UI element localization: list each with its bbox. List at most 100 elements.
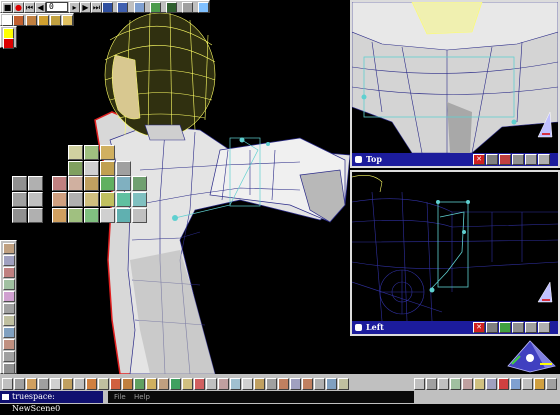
eye-icon[interactable]	[486, 322, 498, 333]
rotate-object-icon[interactable]	[450, 378, 461, 390]
close-icon[interactable]: ✕	[473, 154, 485, 165]
rewind-icon[interactable]: ⏮	[24, 2, 35, 13]
arrow-select-icon[interactable]	[414, 378, 425, 390]
decimate-icon[interactable]	[116, 208, 131, 223]
globe-icon[interactable]	[198, 2, 209, 13]
plane-icon[interactable]	[100, 161, 115, 176]
zoom-icon[interactable]	[525, 322, 537, 333]
ghost-icon[interactable]	[158, 378, 169, 390]
axes-icon[interactable]	[84, 176, 99, 191]
sphere-material-icon[interactable]	[26, 378, 37, 390]
smooth-icon[interactable]	[116, 192, 131, 207]
expand-icon[interactable]	[546, 378, 557, 390]
path-icon[interactable]	[3, 255, 15, 266]
scale-object-icon[interactable]	[462, 378, 473, 390]
draw-icon[interactable]	[98, 378, 109, 390]
hand-icon[interactable]	[426, 378, 437, 390]
light-object-icon[interactable]	[534, 378, 545, 390]
star-icon[interactable]	[266, 378, 277, 390]
fast-forward-icon[interactable]: ⏭	[91, 2, 102, 13]
top-view-window[interactable]: Top ✕	[350, 0, 560, 168]
plugin-icon[interactable]	[338, 378, 349, 390]
pencil-icon[interactable]	[86, 378, 97, 390]
water-icon[interactable]	[230, 378, 241, 390]
top-viewport[interactable]	[352, 2, 558, 153]
cylinder-icon[interactable]	[68, 161, 83, 176]
move-icon[interactable]	[12, 176, 27, 191]
keyframe-editor-icon[interactable]	[102, 2, 113, 13]
tree-icon[interactable]	[278, 378, 289, 390]
rotate-view-icon[interactable]	[538, 154, 550, 165]
glue-icon[interactable]	[28, 208, 43, 223]
rotate-view-icon[interactable]	[538, 322, 550, 333]
gold-icon[interactable]	[62, 15, 73, 26]
material-icon[interactable]	[13, 15, 24, 26]
effects-icon[interactable]	[3, 339, 15, 350]
glass-icon[interactable]	[134, 2, 145, 13]
camera-icon[interactable]	[3, 303, 15, 314]
rotate-icon[interactable]	[52, 176, 67, 191]
close-icon[interactable]: ✕	[473, 322, 485, 333]
grid-icon[interactable]	[74, 378, 85, 390]
undo-icon[interactable]	[38, 378, 49, 390]
character-icon[interactable]	[302, 378, 313, 390]
view-icon[interactable]	[182, 2, 193, 13]
loop-icon[interactable]	[206, 378, 217, 390]
sweep-icon[interactable]	[132, 176, 147, 191]
net-icon[interactable]	[326, 378, 337, 390]
pan-icon[interactable]	[512, 154, 524, 165]
light-icon[interactable]	[38, 15, 49, 26]
prop-icon[interactable]	[314, 378, 325, 390]
redo-icon[interactable]	[50, 378, 61, 390]
background-icon[interactable]	[3, 327, 15, 338]
anim-icon[interactable]	[134, 378, 145, 390]
spiral-icon[interactable]	[100, 176, 115, 191]
squash-icon[interactable]	[68, 176, 83, 191]
shader-icon[interactable]	[122, 378, 133, 390]
record-object-icon[interactable]	[498, 378, 509, 390]
network-icon[interactable]	[3, 351, 15, 362]
keyboard-icon[interactable]	[62, 378, 73, 390]
frame-number-input[interactable]: 0	[46, 2, 68, 12]
extrude-icon[interactable]	[68, 192, 83, 207]
move-object-icon[interactable]	[438, 378, 449, 390]
deform-icon[interactable]	[52, 192, 67, 207]
paint-icon[interactable]	[150, 2, 161, 13]
skin-icon[interactable]	[3, 279, 15, 290]
bones-icon[interactable]	[3, 267, 15, 278]
left-view-window[interactable]: Left ✕	[350, 170, 560, 336]
render-icon[interactable]	[117, 2, 128, 13]
render-view-icon[interactable]	[499, 322, 511, 333]
lathe-icon[interactable]	[116, 176, 131, 191]
folder-icon[interactable]	[14, 378, 25, 390]
checker-icon[interactable]	[242, 378, 253, 390]
triangulate-icon[interactable]	[100, 208, 115, 223]
cone-icon[interactable]	[100, 145, 115, 160]
frame-icon[interactable]	[510, 378, 521, 390]
mirror-icon[interactable]	[52, 208, 67, 223]
eye-camera-icon[interactable]	[486, 378, 497, 390]
subdivide-icon[interactable]	[132, 192, 147, 207]
fog-icon[interactable]	[3, 315, 15, 326]
menu-help[interactable]: Help	[134, 393, 150, 401]
zoom-icon[interactable]	[525, 154, 537, 165]
app-title-button[interactable]: truespace: NewScene0	[0, 391, 103, 413]
stop-icon[interactable]: ■	[2, 2, 13, 13]
boolean-icon[interactable]	[12, 208, 27, 223]
link-icon[interactable]	[116, 161, 131, 176]
library-icon[interactable]	[2, 378, 13, 390]
navigation-gizmo[interactable]	[500, 336, 560, 374]
sphere-icon[interactable]	[84, 145, 99, 160]
morph-icon[interactable]	[3, 291, 15, 302]
brush-icon[interactable]	[110, 378, 121, 390]
wood-icon[interactable]	[50, 15, 61, 26]
weld-icon[interactable]	[132, 208, 147, 223]
camera-bottom-icon[interactable]	[290, 378, 301, 390]
bend-icon[interactable]	[28, 192, 43, 207]
text-icon[interactable]	[182, 378, 193, 390]
play-icon[interactable]: ▶	[80, 2, 91, 13]
sun-icon[interactable]	[146, 378, 157, 390]
left-viewport[interactable]	[352, 172, 558, 321]
wave-icon[interactable]	[170, 378, 181, 390]
pan-icon[interactable]	[512, 322, 524, 333]
